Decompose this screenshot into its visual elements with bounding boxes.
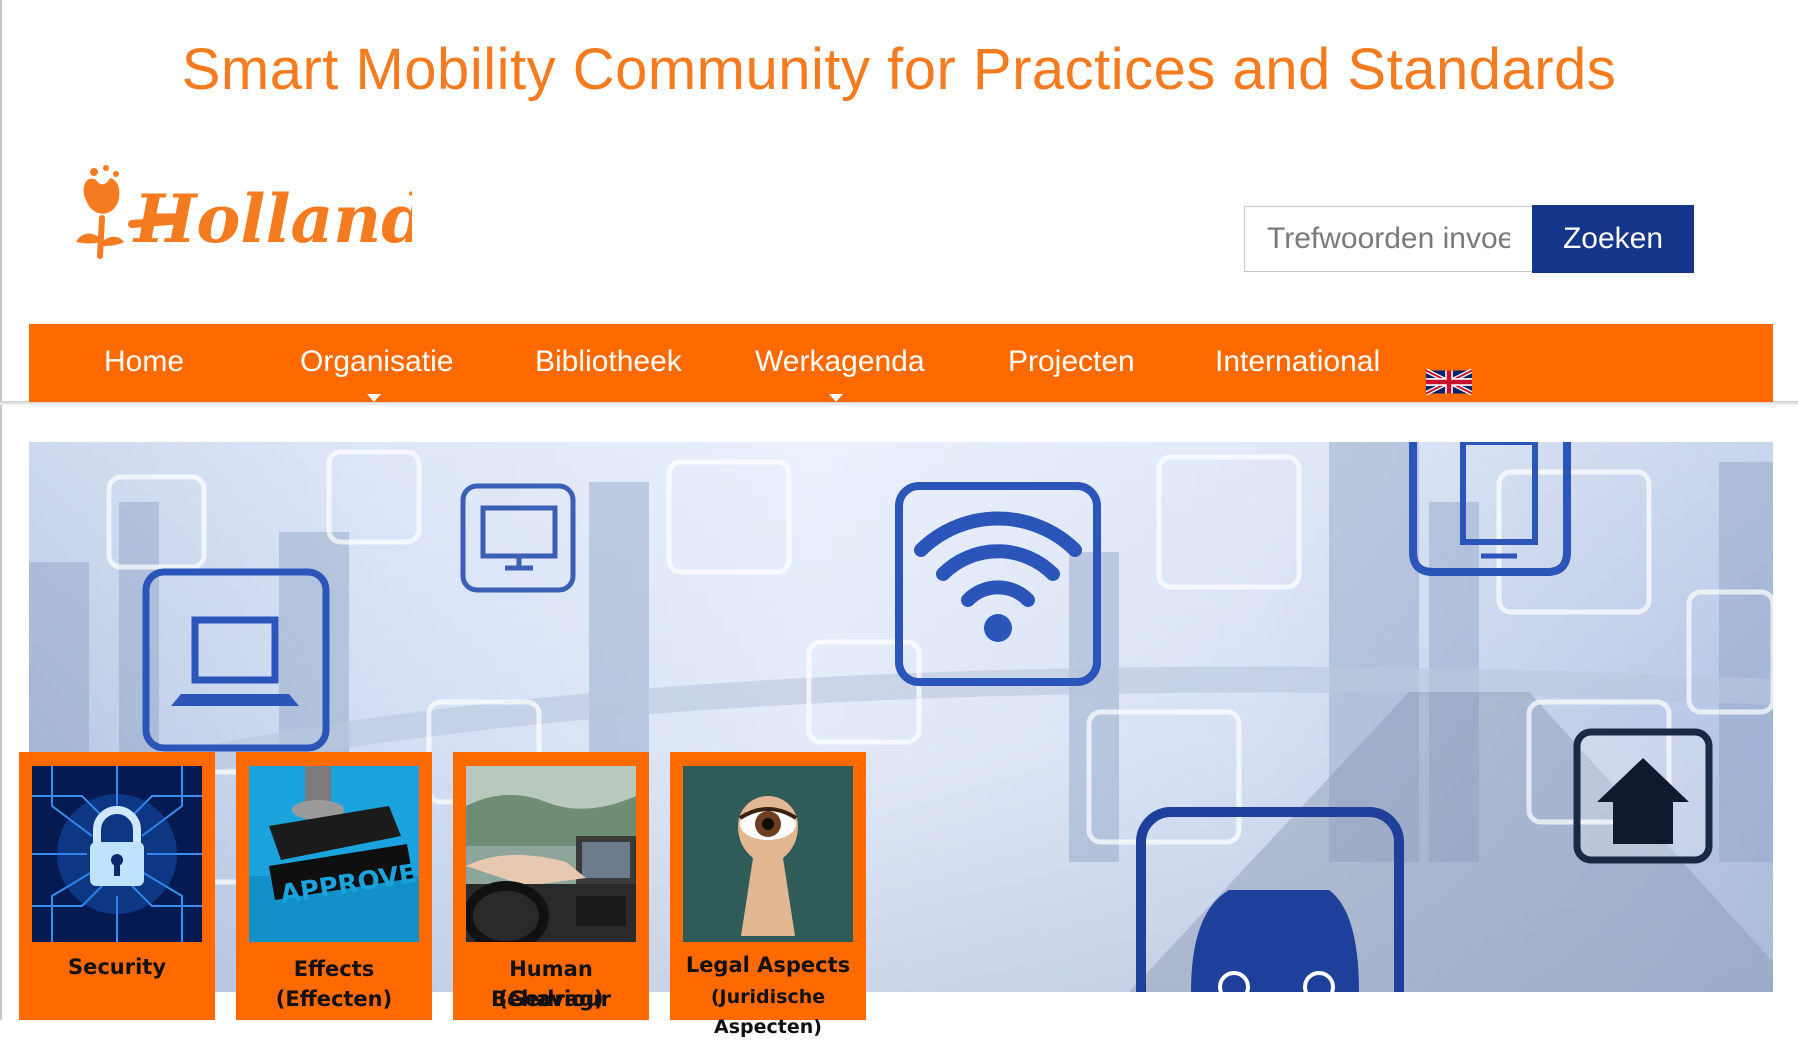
tile-sublabel: (Effecten) [275, 987, 393, 1011]
nav-item-werkagenda[interactable]: Werkagenda [755, 324, 925, 402]
tile-security[interactable]: Security [19, 752, 215, 1020]
search-button[interactable]: Zoeken [1532, 205, 1694, 273]
uk-flag-icon[interactable] [1426, 368, 1472, 396]
nav-item-home[interactable]: Home [104, 324, 184, 402]
wifi-icon [895, 482, 1101, 686]
tile-effects[interactable]: APPROVED Effects (Effecten) [236, 752, 432, 1020]
chevron-down-icon[interactable] [829, 394, 843, 402]
tile-human-behaviour[interactable]: Human Behaviour (Gedrag) [453, 752, 649, 1020]
nav-item-label: Organisatie [300, 345, 454, 378]
nav-item-label: Werkagenda [755, 345, 925, 378]
chevron-down-icon[interactable] [367, 394, 381, 402]
nav-item-projecten[interactable]: Projecten [1008, 324, 1135, 402]
approved-stamp-image: APPROVED [249, 766, 419, 942]
tile-legal-aspects[interactable]: Legal Aspects (Juridische Aspecten) [670, 752, 866, 1038]
nav-item-international[interactable]: International [1215, 324, 1380, 402]
nav-item-organisatie[interactable]: Organisatie [300, 324, 453, 402]
svg-text:Holland: Holland [132, 180, 412, 258]
keyhole-eye-image [683, 766, 853, 942]
main-nav: Home Organisatie Bibliotheek Werkagenda … [29, 324, 1773, 402]
tile-sublabel: (Gedrag) [498, 987, 604, 1011]
page-title: Smart Mobility Community for Practices a… [181, 37, 1617, 102]
tile-label: Effects [293, 957, 375, 981]
tile-label: Security [67, 955, 167, 979]
tulip-logo-icon: Holland [76, 165, 427, 259]
home-icon [1573, 728, 1713, 864]
padlock-circuit-image [32, 766, 202, 942]
tile-sublabel: (Juridische Aspecten) [710, 986, 826, 1038]
monitor-icon [460, 483, 576, 593]
page-left-border [0, 0, 2, 1020]
tile-label: Legal Aspects [685, 953, 851, 977]
holland-logo[interactable]: Holland [72, 160, 427, 280]
driver-image [466, 766, 636, 942]
search-input[interactable] [1244, 206, 1532, 272]
nav-item-bibliotheek[interactable]: Bibliotheek [535, 324, 682, 402]
